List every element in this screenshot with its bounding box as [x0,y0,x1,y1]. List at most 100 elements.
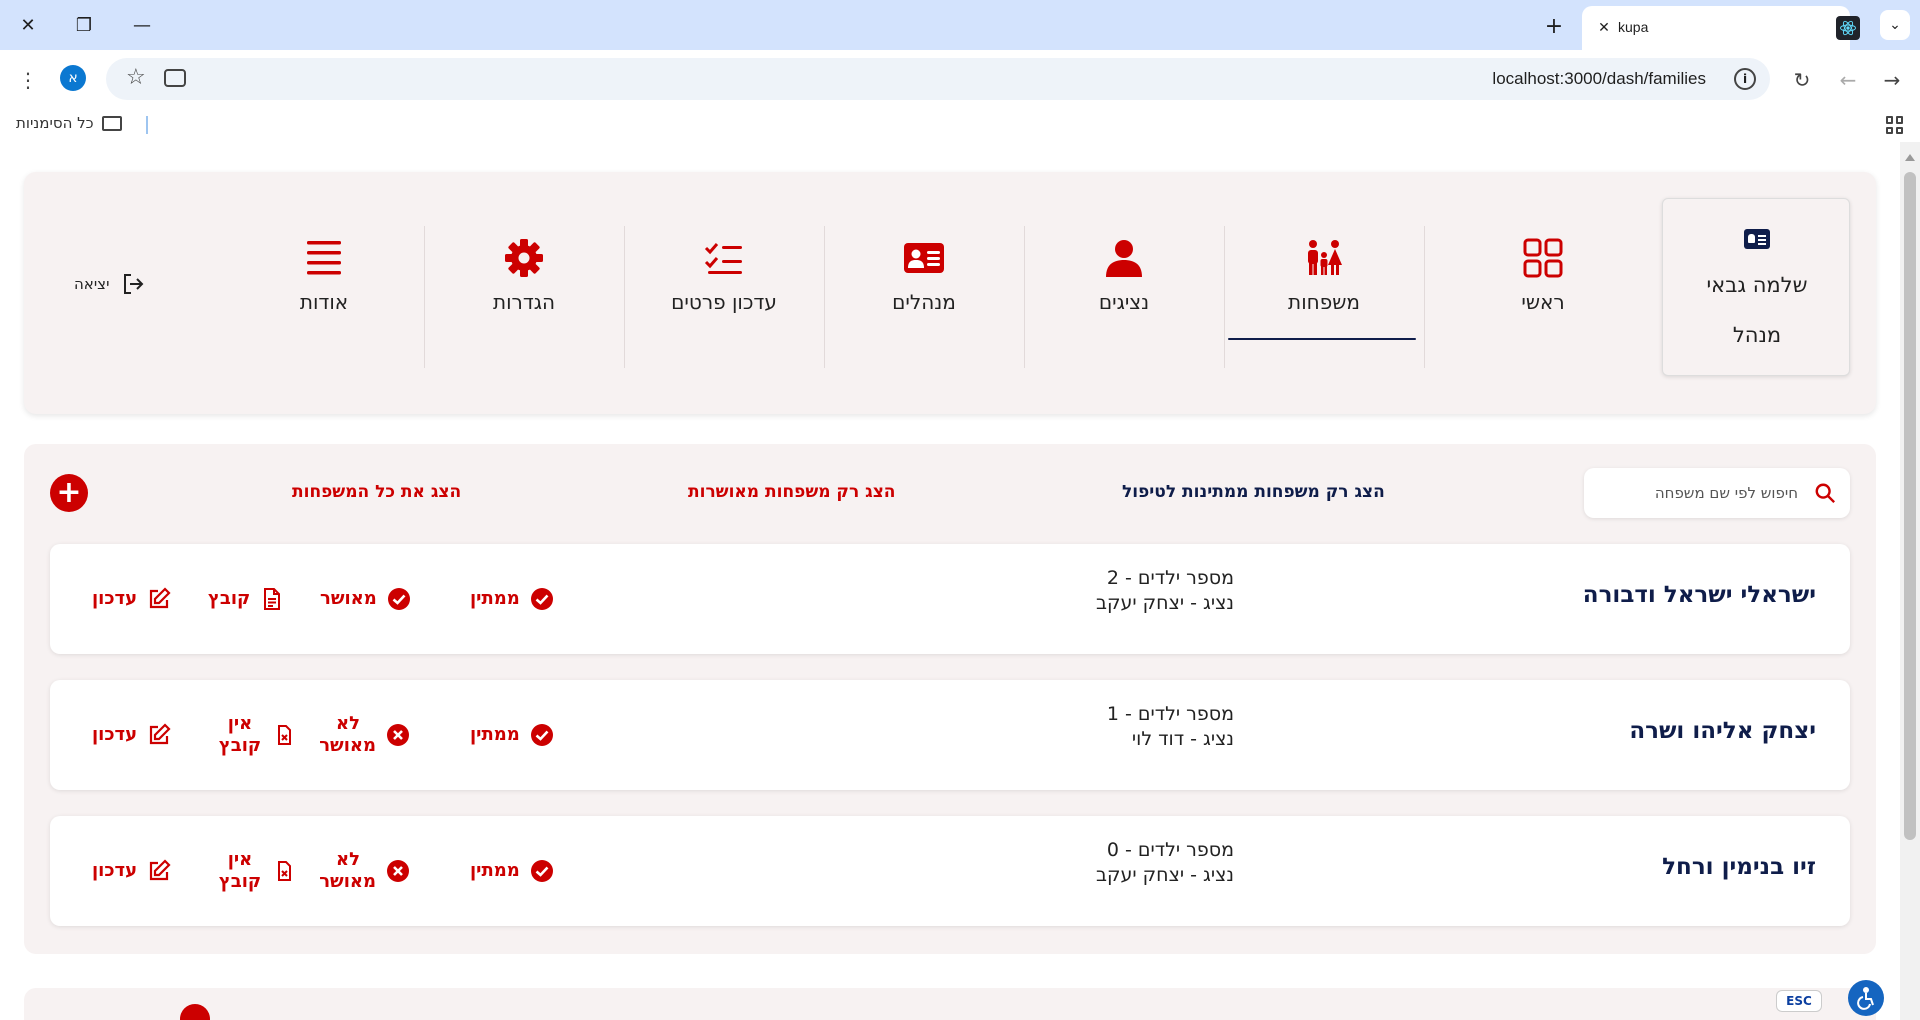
nav-divider [1424,226,1425,368]
family-icon [1308,240,1342,275]
filter-pending-button[interactable]: הצג רק משפחות ממתינות לטיפול [1122,482,1385,502]
folder-icon [101,115,122,131]
all-bookmarks[interactable]: כל הסימניות [16,114,122,132]
browser-menu-icon[interactable]: ⋮ [14,66,42,94]
page-content: שלמה גבאי מנהל ראשי משפחות נציגים מנהלים… [0,142,1900,1020]
nav-item-settings[interactable]: הגדרות [424,224,624,382]
check-circle-icon [530,724,553,746]
esc-badge[interactable]: ESC [1776,990,1822,1012]
check-circle-icon [387,588,410,610]
family-info: מספר ילדים - 2 נציג - יצחק יעקב [1034,566,1234,616]
nav-divider [824,226,825,368]
section-badge [180,1004,210,1020]
no-file-icon [278,861,291,881]
tab-search-chevron-icon[interactable]: ⌄ [1880,10,1910,40]
scroll-up-arrow-icon[interactable] [1905,154,1915,161]
file-status: אין קובץ [218,816,296,926]
logout-icon [124,274,144,294]
restore-window-icon[interactable]: ❐ [66,10,102,40]
waiting-label: ממתין [470,860,520,881]
react-favicon-icon [1836,16,1860,40]
new-tab-button[interactable]: + [1540,12,1568,40]
extension-icon[interactable] [164,69,186,87]
nav-divider [1224,226,1225,368]
waiting-label: ממתין [470,588,520,609]
nav-label-families: משפחות [1288,290,1360,314]
family-search-box[interactable] [1584,468,1850,518]
approval-label: לא מאושר [319,713,376,756]
edit-icon [150,859,171,881]
url-text[interactable]: localhost:3000/dash/families [1492,69,1706,89]
nav-item-managers[interactable]: מנהלים [824,224,1024,382]
approval-status: מאושר [320,544,411,654]
family-search-input[interactable] [1598,478,1798,508]
tab-title: kupa [1618,19,1649,35]
browser-tab[interactable]: ✕ kupa [1582,6,1860,50]
family-name: ישראלי ישראל ודבורה [1582,582,1816,608]
family-info: מספר ילדים - 0 נציג - יצחק יעקב [1034,838,1234,888]
minimize-window-icon[interactable]: — [124,10,160,40]
nav-item-families[interactable]: משפחות [1224,224,1424,382]
nav-label-managers: מנהלים [892,290,956,314]
no-file-icon [278,725,291,745]
apps-grid-icon[interactable] [1886,116,1904,134]
search-icon [1815,483,1836,504]
representative-name: נציג - יצחק יעקב [1096,864,1234,886]
reload-icon[interactable]: ↻ [1788,66,1816,94]
check-circle-icon [530,588,553,610]
all-bookmarks-label: כל הסימניות [16,114,94,132]
family-name: זיו בנימין ורחל [1662,854,1816,880]
profile-card: שלמה גבאי מנהל [1662,198,1850,376]
representative-name: נציג - יצחק יעקב [1096,592,1234,614]
site-info-icon[interactable]: i [1734,68,1756,90]
back-arrow-icon[interactable]: ← [1834,66,1862,94]
bookmarks-separator [146,116,148,134]
browser-tab-bar: ✕ ❐ — + ✕ kupa ⌄ [0,0,1920,50]
edit-family-button[interactable]: עדכון [92,816,171,926]
document-icon [264,588,281,610]
logout-button[interactable]: יציאה [74,272,145,296]
nav-label-home: ראשי [1521,290,1565,314]
file-status: אין קובץ [218,680,296,790]
checklist-icon [704,243,742,274]
nav-item-home[interactable]: ראשי [1443,224,1643,382]
nav-item-about[interactable]: אודות [224,224,424,382]
logout-label: יציאה [74,275,110,293]
file-label: קובץ [208,588,251,609]
close-window-icon[interactable]: ✕ [10,10,46,40]
add-family-button[interactable]: + [50,474,88,512]
waiting-label: ממתין [470,724,520,745]
file-button[interactable]: קובץ [208,544,284,654]
forward-arrow-icon[interactable]: → [1878,66,1906,94]
waiting-status: ממתין [470,680,554,790]
user-id-card-icon [1744,229,1770,249]
tab-close-icon[interactable]: ✕ [1594,18,1614,38]
plus-icon: + [56,475,82,510]
edit-family-button[interactable]: עדכון [92,680,171,790]
file-label: אין קובץ [218,713,262,756]
representative-name: נציג - דוד לוי [1131,728,1234,750]
filter-all-button[interactable]: הצג את כל המשפחות [292,482,461,502]
profile-role: מנהל [1732,323,1782,347]
id-card-icon [904,243,944,273]
nav-divider [424,226,425,368]
active-tab-underline [1228,338,1416,340]
filter-approved-button[interactable]: הצג רק משפחות מאושרות [688,482,895,502]
nav-item-representatives[interactable]: נציגים [1024,224,1224,382]
nav-label-settings: הגדרות [492,290,556,314]
bookmark-star-icon[interactable]: ☆ [126,65,146,90]
scroll-thumb[interactable] [1904,172,1916,840]
family-name: יצחק אליהו ושרה [1629,718,1816,744]
edit-label: עדכון [92,588,138,609]
approval-label: לא מאושר [319,849,376,892]
family-card: ישראלי ישראל ודבורה מספר ילדים - 2 נציג … [50,544,1850,654]
wheelchair-icon [1857,987,1874,1010]
edit-icon [150,723,171,745]
address-bar[interactable]: ☆ localhost:3000/dash/families i [106,58,1770,100]
page-scrollbar[interactable] [1900,142,1920,1020]
edit-family-button[interactable]: עדכון [92,544,171,654]
nav-item-update-details[interactable]: עדכון פרטים [624,224,824,382]
profile-avatar[interactable]: א [60,65,86,91]
nav-divider [624,226,625,368]
accessibility-widget-button[interactable] [1848,980,1884,1016]
